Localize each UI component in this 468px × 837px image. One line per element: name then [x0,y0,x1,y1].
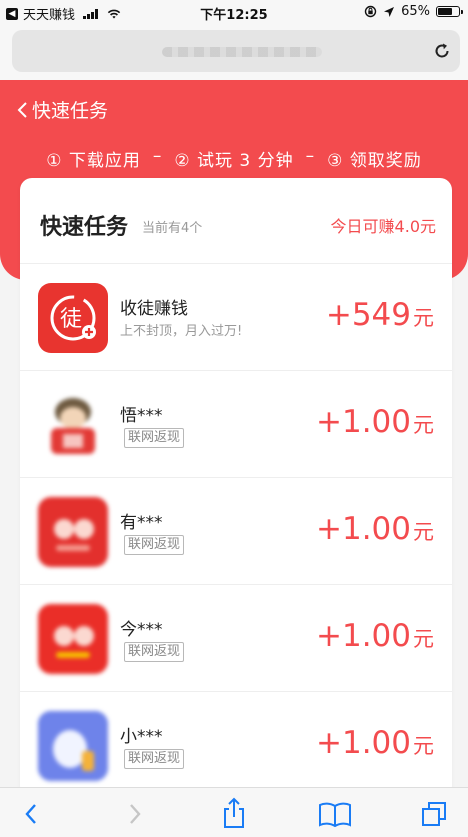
task-reward: +1.00 元 [316,404,434,440]
recruit-icon: 徒 [38,283,108,353]
browser-back-icon[interactable] [18,800,46,828]
battery-percent: 65% [401,4,430,19]
task-card: 快速任务 当前有4个 今日可赚4.0元 徒 收徒赚钱 上不封顶，月入过万! +5… [20,178,452,798]
task-name: 小*** [120,727,163,747]
task-reward: +1.00 元 [316,511,434,547]
task-row[interactable]: 小*** 联网返现 +1.00 元 [20,692,452,798]
back-button-label: 快速任务 [32,100,109,122]
status-right: 65% [364,4,463,19]
share-icon[interactable] [220,797,248,829]
browser-toolbar [0,787,468,837]
task-count: 当前有4个 [142,221,203,236]
reward-unit: 元 [413,734,434,758]
reward-unit: 元 [413,413,434,437]
orientation-lock-icon [364,5,377,18]
bookmarks-icon[interactable] [318,800,352,828]
back-button[interactable]: 快速任务 [16,96,108,123]
reward-value: +1.00 [316,618,411,654]
reward-unit: 元 [413,306,434,330]
tabs-icon[interactable] [420,800,448,828]
task-description: 上不封顶，月入过万! [120,324,243,339]
step-separator: – [305,146,316,166]
task-reward: +1.00 元 [316,725,434,761]
url-text-blurred [162,47,322,57]
chevron-left-icon [17,101,27,118]
task-row[interactable]: 今*** 联网返现 +1.00 元 [20,585,452,692]
task-name: 悟*** [120,406,163,426]
app-icon-blurred [38,604,108,674]
battery-icon [436,6,463,17]
reward-value: +549 [325,297,411,333]
task-name: 收徒赚钱 [120,299,188,319]
step-download: ① 下载应用 [46,151,141,171]
task-reward: +549 元 [326,297,434,333]
task-tag: 联网返现 [124,642,185,662]
step-separator: – [152,146,163,166]
step-try: ② 试玩 3 分钟 [174,151,294,171]
task-tag: 联网返现 [124,535,185,555]
task-steps: ① 下载应用 – ② 试玩 3 分钟 – ③ 领取奖励 [0,146,468,171]
card-title: 快速任务 [40,215,129,240]
app-icon-blurred [38,497,108,567]
reward-value: +1.00 [316,725,411,761]
reload-icon[interactable] [432,41,452,61]
task-reward: +1.00 元 [316,618,434,654]
browser-address-area [0,24,468,80]
step-reward: ③ 领取奖励 [327,151,422,171]
card-header: 快速任务 当前有4个 今日可赚4.0元 [20,178,452,264]
svg-text:徒: 徒 [60,307,82,332]
status-bar: ◀ 天天赚钱 下午12:25 65% [0,0,468,24]
app-icon-blurred [38,390,108,460]
browser-forward-icon[interactable] [120,800,148,828]
task-tag: 联网返现 [124,428,185,448]
reward-unit: 元 [413,627,434,651]
task-name: 今*** [120,620,163,640]
reward-value: +1.00 [316,404,411,440]
today-earnings: 今日可赚4.0元 [330,217,436,236]
task-name: 有*** [120,513,163,533]
task-tag: 联网返现 [124,749,185,769]
url-field[interactable] [12,30,460,72]
task-row[interactable]: 悟*** 联网返现 +1.00 元 [20,371,452,478]
app-icon-blurred [38,711,108,781]
task-row[interactable]: 徒 收徒赚钱 上不封顶，月入过万! +549 元 [20,264,452,371]
location-icon [384,6,395,17]
reward-value: +1.00 [316,511,411,547]
reward-unit: 元 [413,520,434,544]
task-row[interactable]: 有*** 联网返现 +1.00 元 [20,478,452,585]
